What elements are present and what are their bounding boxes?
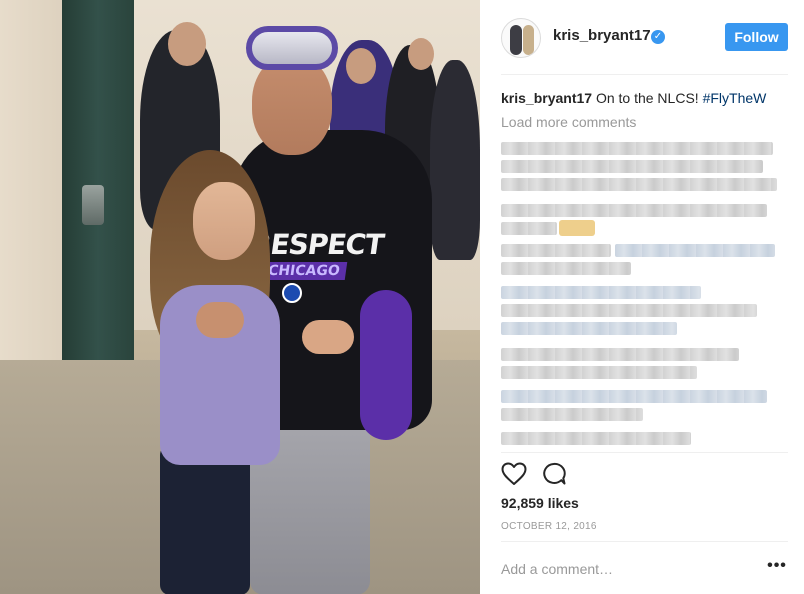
add-comment-input[interactable] xyxy=(501,558,751,580)
instagram-post: RESPECT CHICAGO kris_bryant17 ✓ Follow k… xyxy=(0,0,804,594)
photo-hand xyxy=(302,320,354,354)
photo-man-arm xyxy=(360,290,412,440)
photo-background-person xyxy=(430,60,480,260)
photo-hand xyxy=(196,302,244,338)
add-comment-row: ••• xyxy=(501,555,788,585)
blurred-comment-line xyxy=(501,408,643,421)
photo-background-head xyxy=(346,48,376,84)
blurred-comment-line xyxy=(501,244,611,257)
post-caption: kris_bryant17 On to the NLCS! #FlyTheW xyxy=(501,89,791,107)
comments-list xyxy=(501,138,781,450)
footer-divider xyxy=(501,541,788,542)
follow-button[interactable]: Follow xyxy=(725,23,788,51)
more-options-icon[interactable]: ••• xyxy=(766,558,788,577)
heart-icon[interactable] xyxy=(501,462,527,491)
caption-text: On to the NLCS! xyxy=(592,90,703,106)
post-sidebar: kris_bryant17 ✓ Follow kris_bryant17 On … xyxy=(480,0,804,594)
avatar-figure xyxy=(510,25,522,55)
post-header: kris_bryant17 ✓ Follow xyxy=(480,0,804,74)
load-more-comments-link[interactable]: Load more comments xyxy=(501,114,636,130)
blurred-comment-line xyxy=(501,222,557,235)
blurred-comment-line xyxy=(501,432,691,445)
caption-hashtag[interactable]: #FlyTheW xyxy=(703,90,767,106)
comments-divider xyxy=(501,452,788,453)
avatar-figure xyxy=(523,25,534,55)
verified-badge-icon: ✓ xyxy=(651,30,665,44)
caption-username[interactable]: kris_bryant17 xyxy=(501,90,592,106)
blurred-emoji xyxy=(559,220,595,236)
photo-door xyxy=(62,0,134,360)
blurred-comment-line xyxy=(501,160,763,173)
photo-woman-jeans xyxy=(160,445,250,594)
comment-icon[interactable] xyxy=(541,462,567,491)
post-date[interactable]: OCTOBER 12, 2016 xyxy=(501,521,597,532)
photo-background-head xyxy=(408,38,434,70)
blurred-comment-line xyxy=(501,304,757,317)
blurred-comment-line xyxy=(501,142,773,155)
blurred-comment-line xyxy=(501,390,767,403)
blurred-comment-line xyxy=(501,178,777,191)
photo-background-head xyxy=(168,22,206,66)
blurred-comment-line xyxy=(501,348,739,361)
avatar[interactable] xyxy=(501,18,541,58)
post-photo[interactable]: RESPECT CHICAGO xyxy=(0,0,480,594)
photo-ski-goggles xyxy=(246,26,338,70)
photo-shirt-subtext: CHICAGO xyxy=(260,262,347,280)
blurred-comment-line xyxy=(615,244,775,257)
photo-man-head xyxy=(252,55,332,155)
blurred-comment-line xyxy=(501,262,631,275)
blurred-comment-line xyxy=(501,286,701,299)
photo-door-handle xyxy=(82,185,104,225)
blurred-comment-line xyxy=(501,204,767,217)
header-divider xyxy=(501,74,788,75)
photo-cubs-logo xyxy=(282,283,302,303)
photo-woman-face xyxy=(193,182,255,260)
blurred-comment-line xyxy=(501,366,697,379)
likes-count[interactable]: 92,859 likes xyxy=(501,495,579,511)
blurred-comment-line xyxy=(501,322,677,335)
header-username[interactable]: kris_bryant17 xyxy=(553,27,651,44)
